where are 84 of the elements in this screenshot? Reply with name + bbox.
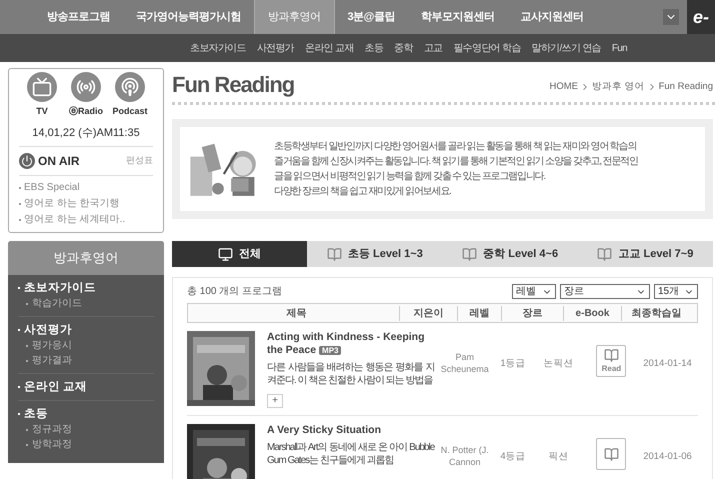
sub-nav-link[interactable]: 중학 <box>394 40 413 56</box>
side-menu-subitem[interactable]: 평가응시 <box>32 339 72 353</box>
book-icon <box>462 246 478 262</box>
column-header: 레벨 <box>457 306 501 320</box>
level-tab[interactable]: 고교 Level 7~9 <box>578 241 713 267</box>
level-cell-text: 4등급 <box>499 450 527 464</box>
side-menu-subitem[interactable]: 평가결과 <box>32 354 72 368</box>
sub-nav-link[interactable]: 온라인 교재 <box>305 40 354 56</box>
power-icon <box>19 153 35 169</box>
level-cell-text: 1등급 <box>499 357 527 371</box>
level-tab[interactable]: 초등 Level 1~3 <box>307 241 442 267</box>
breadcrumb-link[interactable]: HOME <box>549 80 578 94</box>
column-header: 최종학습일 <box>621 306 691 320</box>
sub-nav-link[interactable]: 필수영단어 학습 <box>453 40 521 56</box>
sub-nav-link[interactable]: Fun <box>612 40 628 56</box>
nav-tab[interactable]: 국가영어능력평가시험 <box>123 0 254 34</box>
intro-text: 다양한 장르의 책을 쉽고 재미있게 읽어보세요. <box>274 185 452 199</box>
date-cell-text: 2014-01-06 <box>642 450 693 464</box>
column-header: 제목 <box>286 306 308 320</box>
program-link[interactable]: 영어로 하는 세계테마.. <box>24 212 126 228</box>
sub-nav-link[interactable]: 말하기/쓰기 연습 <box>532 40 601 56</box>
sub-nav-link[interactable]: 고교 <box>424 40 442 56</box>
filter-select[interactable]: 레벨 <box>512 284 556 299</box>
book-summary: 다른 사람들을 배려하는 행동은 평화를 지켜준다. 이 책은 친절한 사람이 되는 방법을 <box>267 361 434 387</box>
nav-tab[interactable]: 교사지원센터 <box>507 0 596 34</box>
dropdown-button[interactable] <box>662 9 679 25</box>
read-button[interactable] <box>596 438 626 470</box>
monitor-icon <box>218 246 234 262</box>
nav-tab[interactable]: 학부모지원센터 <box>408 0 508 34</box>
side-menu-subitem[interactable]: 학습가이드 <box>32 297 82 311</box>
channel-button[interactable] <box>27 72 57 102</box>
channel-label: Podcast <box>112 105 148 118</box>
side-menu-title: 방과후영어 <box>8 241 164 275</box>
side-menu-item[interactable]: 초등 <box>24 406 48 422</box>
level-tab[interactable]: 중학 Level 4~6 <box>442 241 578 267</box>
book-icon <box>326 246 342 262</box>
read-button[interactable]: Read <box>596 345 626 377</box>
program-count: 총 100 개의 프로그램 <box>187 285 282 299</box>
filter-select[interactable]: 15개 <box>654 284 698 299</box>
date-time: 14,01,22 (수)AM11:35 <box>19 124 153 147</box>
site-logo[interactable]: e- <box>686 0 715 34</box>
sub-nav-link[interactable]: 사전평가 <box>256 40 294 56</box>
channel-label: TV <box>36 105 48 118</box>
mp3-badge: MP3 <box>319 346 342 355</box>
breadcrumb-link[interactable]: 방과후 영어 <box>592 80 645 94</box>
genre-cell-text: 픽션 <box>547 450 570 464</box>
program-link[interactable]: EBS Special <box>24 180 80 196</box>
side-menu-subitem[interactable]: 정규과정 <box>32 423 72 437</box>
intro-text: 즐거움을 함께 신장시켜주는 활동입니다. 책 읽기를 통해 기본적인 읽기 소양을 갖추고, 전문적인 <box>274 155 638 169</box>
book-icon <box>604 348 619 362</box>
on-air-label: ON AIR <box>38 153 80 170</box>
genre-cell-text: 논픽션 <box>542 357 574 371</box>
author-cell-text: Pam Scheunema <box>440 351 490 375</box>
column-header: 지은이 <box>399 306 457 320</box>
book-title[interactable]: A Very Sticky Situation <box>267 424 434 437</box>
column-header: e-Book <box>563 306 621 320</box>
channel-button[interactable] <box>115 72 145 102</box>
podcast-icon <box>120 77 140 97</box>
nav-tab[interactable]: 3분@클립 <box>334 0 408 34</box>
intro-text: 글을 읽으면서 비평적인 읽기 능력을 함께 갖출 수 있는 프로그램입니다. <box>274 170 546 184</box>
column-header: 장르 <box>501 306 563 320</box>
side-menu-item[interactable]: 온라인 교재 <box>24 379 88 395</box>
author-cell-text: N. Potter (J. Cannon <box>440 444 490 468</box>
book-title[interactable]: Acting with Kindness - Keeping the Peace MP3 <box>267 331 434 357</box>
book-icon <box>597 246 612 262</box>
breadcrumb-link[interactable]: Fun Reading <box>658 80 713 94</box>
intro-text: 초등학생부터 일반인까지 다양한 영어원서를 골라 읽는 활동을 통해 책 읽는 재미와 영어 학습의 <box>274 140 638 154</box>
side-menu-subitem[interactable]: 방학과정 <box>32 438 72 452</box>
sub-nav-link[interactable]: 초보자가이드 <box>190 40 246 56</box>
expand-button[interactable]: + <box>267 394 283 408</box>
date-cell-text: 2014-01-14 <box>642 357 693 371</box>
channel-button[interactable] <box>71 72 101 102</box>
side-menu-item[interactable]: 초보자가이드 <box>24 280 96 296</box>
sub-nav-link[interactable]: 초등 <box>364 40 384 56</box>
nav-tab[interactable]: 방송프로그램 <box>34 0 123 34</box>
side-menu-item[interactable]: 사전평가 <box>24 322 72 338</box>
level-tab[interactable]: 전체 <box>172 241 308 267</box>
page-title: Fun Reading <box>172 72 294 98</box>
channel-label: ⓔRadio <box>68 105 103 118</box>
tv-icon <box>32 77 52 97</box>
filter-select[interactable]: 장르 <box>560 284 650 299</box>
book-summary: Marshall과 Art의 동네에 새로 온 아이 Bubble Gum Gates는 친구들에게 괴롭힘 <box>267 441 434 467</box>
program-link[interactable]: 영어로 하는 한국기행 <box>24 196 120 212</box>
book-icon <box>604 446 619 462</box>
